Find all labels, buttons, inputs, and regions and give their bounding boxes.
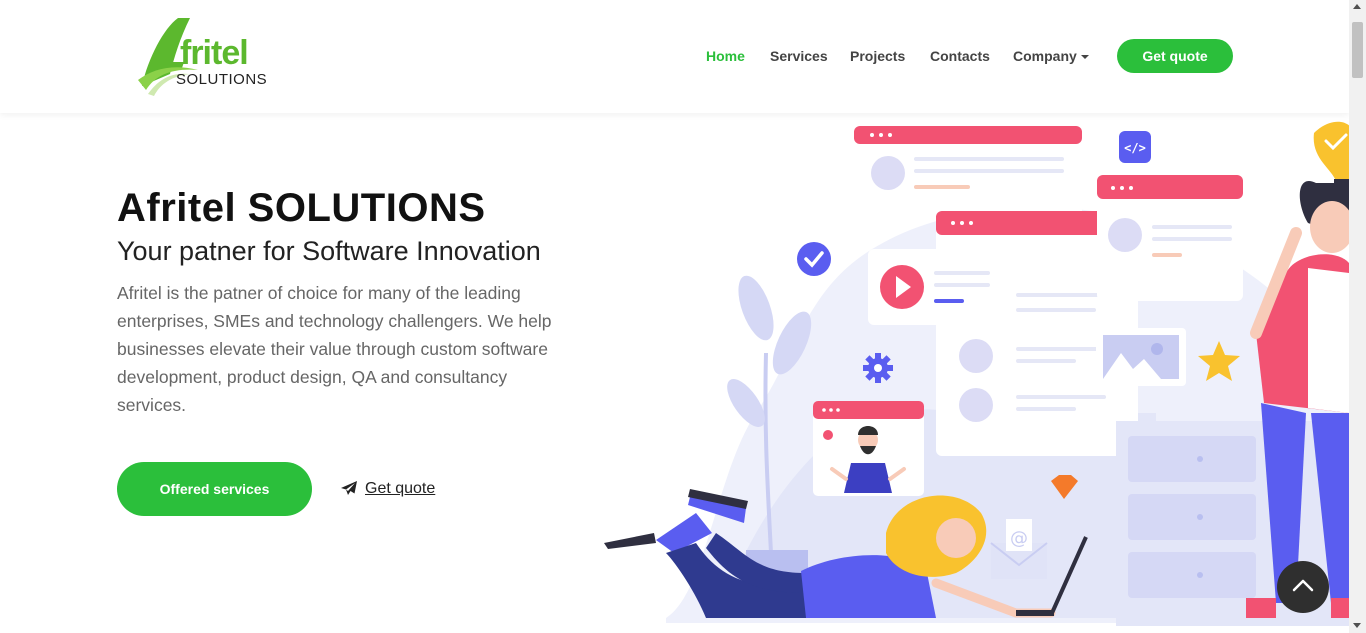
page: fritel SOLUTIONS Home Services Projects … bbox=[0, 0, 1366, 633]
hero-illustration: </> @ bbox=[604, 121, 1349, 626]
video-call-card bbox=[813, 401, 924, 496]
caret-down-icon bbox=[1080, 55, 1089, 60]
nav-company-label: Company bbox=[1013, 48, 1077, 64]
hero-subtitle: Your patner for Software Innovation bbox=[117, 236, 541, 266]
nav-home[interactable]: Home bbox=[706, 48, 745, 64]
site-header: fritel SOLUTIONS Home Services Projects … bbox=[0, 0, 1349, 113]
nav-projects[interactable]: Projects bbox=[850, 48, 905, 64]
scroll-thumb[interactable] bbox=[1352, 22, 1363, 78]
page-scrollbar[interactable] bbox=[1349, 0, 1366, 633]
logo-subtitle: SOLUTIONS bbox=[176, 71, 268, 88]
browser-window-right bbox=[1097, 175, 1243, 301]
check-badge-icon bbox=[797, 242, 831, 276]
nav-services[interactable]: Services bbox=[770, 48, 828, 64]
nav-company-dropdown[interactable]: Company bbox=[1013, 48, 1089, 64]
svg-text:</>: </> bbox=[1124, 141, 1146, 155]
get-quote-link-label: Get quote bbox=[365, 480, 436, 497]
back-to-top-button[interactable] bbox=[1277, 561, 1329, 613]
paper-plane-icon bbox=[341, 481, 357, 495]
chevron-up-icon bbox=[1292, 579, 1314, 592]
get-quote-button[interactable]: Get quote bbox=[1117, 39, 1233, 73]
scroll-down-arrow-icon[interactable] bbox=[1353, 623, 1361, 628]
svg-text:@: @ bbox=[1010, 528, 1028, 549]
offered-services-button[interactable]: Offered services bbox=[117, 462, 312, 516]
nav-contacts[interactable]: Contacts bbox=[930, 48, 990, 64]
video-card bbox=[868, 249, 1002, 325]
image-icon bbox=[1096, 328, 1186, 386]
code-icon: </> bbox=[1119, 131, 1151, 163]
browser-window-top bbox=[854, 126, 1082, 216]
afritel-logo[interactable]: fritel SOLUTIONS bbox=[134, 14, 267, 96]
hero-title: Afritel SOLUTIONS bbox=[117, 186, 486, 230]
logo-word: fritel bbox=[180, 34, 249, 72]
lightbulb-icon bbox=[1313, 121, 1349, 181]
hero-description: Afritel is the patner of choice for many… bbox=[117, 283, 552, 415]
gear-icon bbox=[863, 353, 893, 383]
scroll-up-arrow-icon[interactable] bbox=[1353, 4, 1361, 9]
